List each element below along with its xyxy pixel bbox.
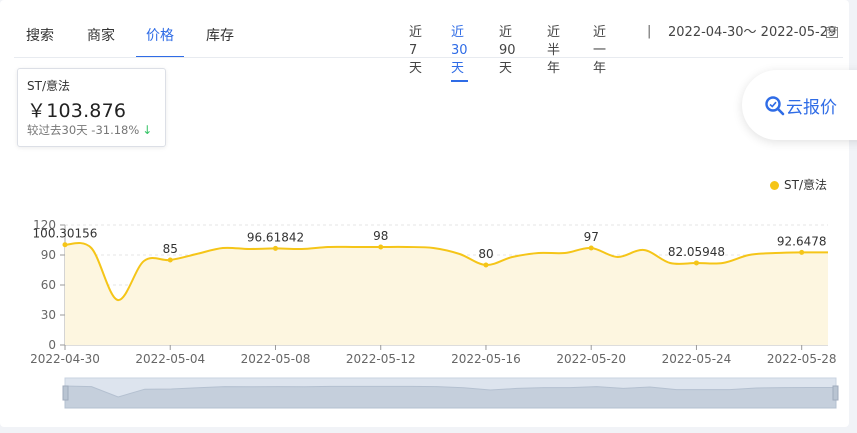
data-label: 80 [478,247,493,261]
search-quote-icon [765,96,785,116]
zoom-preview [64,385,837,409]
y-tick-label: 60 [41,278,56,292]
data-point [693,260,699,266]
data-point [62,242,68,248]
zoom-handle-right [832,385,839,401]
data-label: 85 [163,242,178,256]
y-tick-label: 30 [41,308,56,322]
x-tick-label: 2022-05-08 [241,352,311,366]
x-tick-label: 2022-05-16 [451,352,521,366]
data-point [272,245,278,251]
price-chart: 03060901202022-04-30 2022-05-04 2022-05-08… [30,218,839,409]
data-point [799,249,805,255]
cloud-quote-button[interactable]: 云报价 [742,70,857,140]
x-tick-label: 2022-05-12 [346,352,416,366]
zoom-handle-left [62,385,69,401]
x-tick-label: 2022-05-28 [767,352,837,366]
x-tick-label: 2022-05-20 [556,352,626,366]
cloud-quote-label: 云报价 [786,98,837,118]
data-label: 97 [584,230,599,244]
y-tick-label: 0 [48,338,56,352]
data-label: 100.30156 [33,227,98,241]
y-tick-label: 90 [41,248,56,262]
data-point [588,245,594,251]
data-point [483,262,489,268]
data-label: 98 [373,229,388,243]
x-tick-label: 2022-04-30 [30,352,100,366]
x-tick-label: 2022-05-24 [662,352,732,366]
data-label: 96.61842 [247,230,304,244]
data-label: 92.6478 [777,234,827,248]
price-panel: 搜索 商家 价格 库存 近7天 近30天 近90天 近半年 近一年 | 2022… [0,0,849,427]
data-point [167,257,173,263]
data-point [378,244,384,250]
data-label: 82.05948 [668,245,725,259]
x-tick-label: 2022-05-04 [135,352,205,366]
